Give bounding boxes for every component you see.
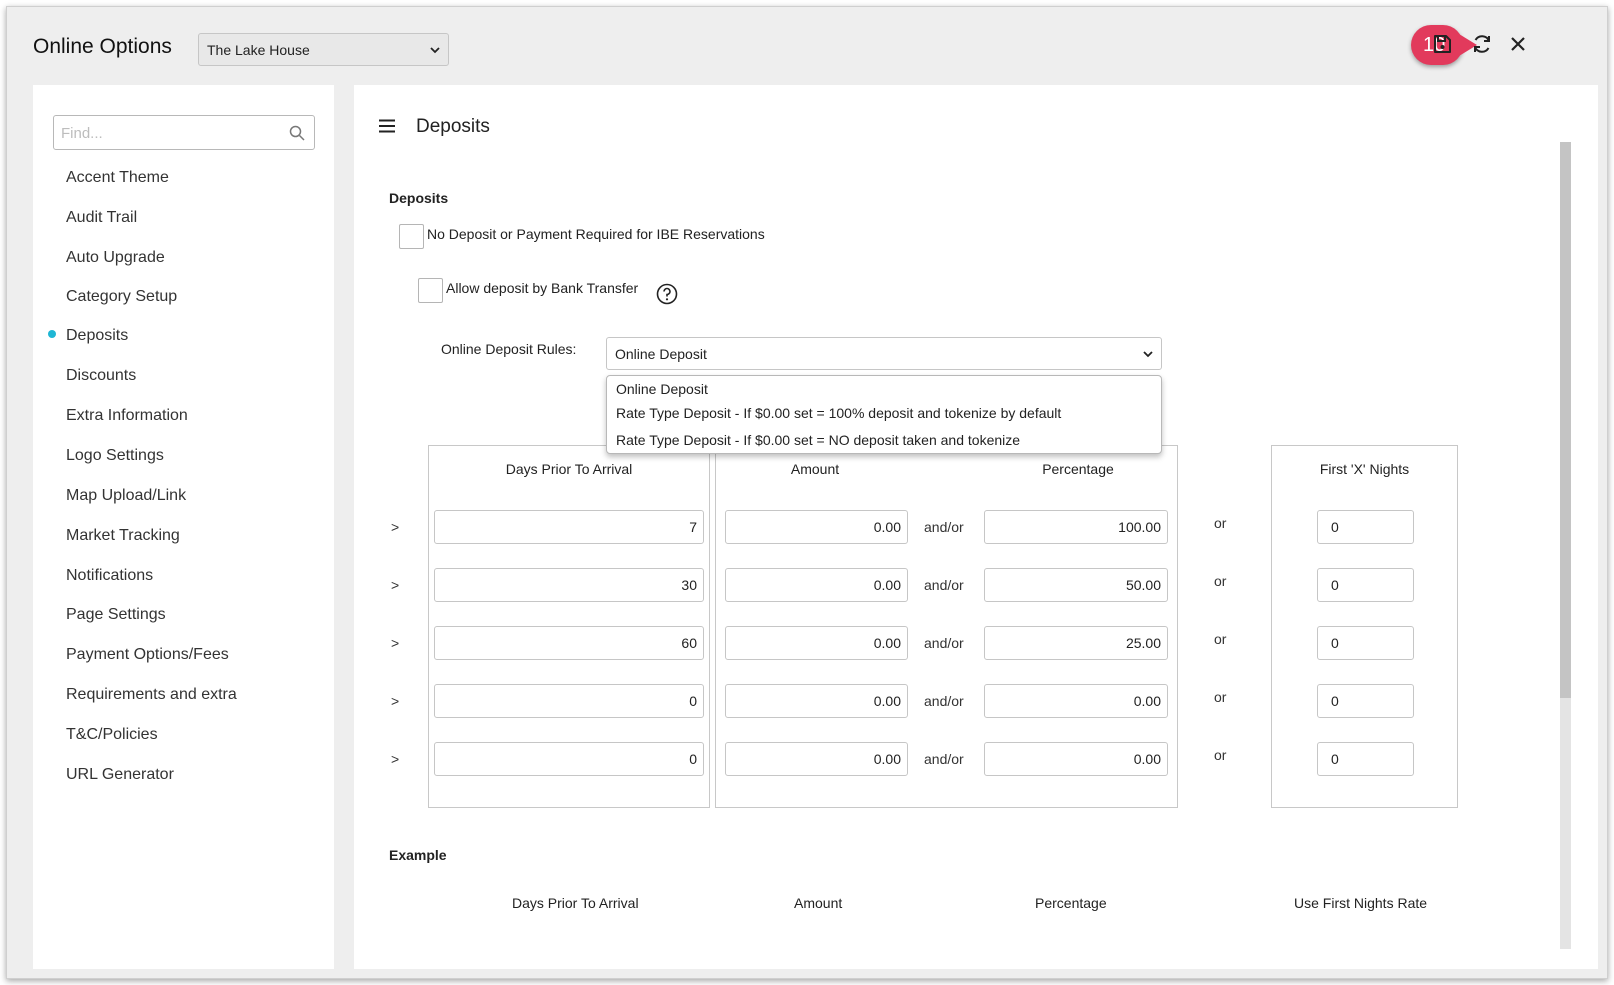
no-deposit-label: No Deposit or Payment Required for IBE R…: [427, 226, 765, 242]
days-input[interactable]: 7: [434, 510, 704, 544]
sidebar-item-tc-policies[interactable]: T&C/Policies: [66, 724, 158, 746]
nights-input[interactable]: 0: [1317, 742, 1414, 776]
close-icon[interactable]: [1506, 32, 1530, 56]
percentage-input[interactable]: 0.00: [984, 742, 1168, 776]
percentage-input[interactable]: 25.00: [984, 626, 1168, 660]
rules-select-value: Online Deposit: [615, 345, 707, 362]
sidebar-item-category-setup[interactable]: Category Setup: [66, 286, 177, 308]
rules-dropdown: Online Deposit Rate Type Deposit - If $0…: [606, 375, 1162, 454]
scrollbar[interactable]: [1560, 142, 1571, 949]
help-icon[interactable]: [656, 283, 678, 305]
nights-header: First 'X' Nights: [1319, 461, 1410, 477]
or-text: or: [1214, 689, 1227, 705]
sidebar-item-market-tracking[interactable]: Market Tracking: [66, 525, 180, 547]
amount-input[interactable]: 0.00: [725, 684, 908, 718]
chevron-down-icon: [1143, 350, 1153, 357]
amount-input[interactable]: 0.00: [725, 742, 908, 776]
bank-transfer-label: Allow deposit by Bank Transfer: [446, 280, 639, 296]
sidebar-item-notifications[interactable]: Notifications: [66, 565, 153, 587]
search-placeholder: Find...: [61, 125, 103, 142]
sidebar-item-requirements[interactable]: Requirements and extra: [66, 684, 237, 706]
sidebar-item-extra-information[interactable]: Extra Information: [66, 405, 188, 427]
and-or-text: and/or: [924, 519, 964, 535]
or-text: or: [1214, 573, 1227, 589]
rules-option[interactable]: Online Deposit: [616, 381, 708, 397]
sidebar-item-discounts[interactable]: Discounts: [66, 365, 136, 387]
property-select-value: The Lake House: [207, 41, 310, 58]
nights-input[interactable]: 0: [1317, 510, 1414, 544]
app-title: Online Options: [33, 35, 172, 58]
options-sidebar: Find... Accent Theme Audit Trail Auto Up…: [33, 85, 334, 969]
example-title: Example: [389, 847, 447, 863]
scrollbar-thumb[interactable]: [1560, 142, 1571, 698]
days-input[interactable]: 0: [434, 742, 704, 776]
and-or-text: and/or: [924, 635, 964, 651]
row-prefix: >: [391, 635, 400, 651]
sidebar-item-page-settings[interactable]: Page Settings: [66, 604, 166, 626]
row-prefix: >: [391, 693, 400, 709]
page-title: Deposits: [416, 116, 490, 137]
days-input[interactable]: 60: [434, 626, 704, 660]
save-icon[interactable]: [1430, 32, 1454, 56]
example-days-header: Days Prior To Arrival: [512, 895, 639, 911]
example-percentage-header: Percentage: [1035, 895, 1107, 911]
search-input[interactable]: Find...: [53, 115, 315, 150]
percentage-input[interactable]: 50.00: [984, 568, 1168, 602]
rules-option[interactable]: Rate Type Deposit - If $0.00 set = 100% …: [616, 405, 1061, 421]
sidebar-item-audit-trail[interactable]: Audit Trail: [66, 207, 137, 229]
app-window: Online Options The Lake House 10 Find...…: [6, 6, 1608, 979]
sidebar-item-payment-options[interactable]: Payment Options/Fees: [66, 644, 229, 666]
example-first-nights-header: Use First Nights Rate: [1294, 895, 1428, 911]
sidebar-item-url-generator[interactable]: URL Generator: [66, 764, 174, 786]
rules-label: Online Deposit Rules:: [441, 341, 577, 357]
nights-input[interactable]: 0: [1317, 626, 1414, 660]
section-title: Deposits: [389, 190, 449, 206]
days-header: Days Prior To Arrival: [505, 461, 633, 477]
amount-input[interactable]: 0.00: [725, 568, 908, 602]
percentage-input[interactable]: 0.00: [984, 684, 1168, 718]
menu-icon[interactable]: [379, 119, 395, 133]
or-text: or: [1214, 515, 1227, 531]
nights-input[interactable]: 0: [1317, 684, 1414, 718]
and-or-text: and/or: [924, 751, 964, 767]
percentage-header: Percentage: [1042, 461, 1114, 477]
rules-option[interactable]: Rate Type Deposit - If $0.00 set = NO de…: [616, 432, 1020, 448]
sidebar-item-auto-upgrade[interactable]: Auto Upgrade: [66, 247, 165, 269]
percentage-input[interactable]: 100.00: [984, 510, 1168, 544]
sidebar-item-deposits[interactable]: Deposits: [66, 325, 128, 347]
amount-input[interactable]: 0.00: [725, 510, 908, 544]
days-input[interactable]: 0: [434, 684, 704, 718]
sidebar-item-logo-settings[interactable]: Logo Settings: [66, 445, 164, 467]
rules-select[interactable]: Online Deposit: [606, 337, 1162, 370]
search-icon: [289, 125, 305, 141]
or-text: or: [1214, 631, 1227, 647]
chevron-down-icon: [430, 46, 440, 53]
example-amount-header: Amount: [794, 895, 843, 911]
property-select[interactable]: The Lake House: [198, 33, 449, 66]
bank-transfer-checkbox[interactable]: [418, 278, 443, 303]
deposits-panel: Deposits Deposits No Deposit or Payment …: [354, 85, 1598, 969]
or-text: or: [1214, 747, 1227, 763]
row-prefix: >: [391, 577, 400, 593]
and-or-text: and/or: [924, 577, 964, 593]
sidebar-item-accent-theme[interactable]: Accent Theme: [66, 167, 169, 189]
nights-input[interactable]: 0: [1317, 568, 1414, 602]
days-input[interactable]: 30: [434, 568, 704, 602]
no-deposit-checkbox[interactable]: [399, 224, 424, 249]
amount-header: Amount: [790, 461, 840, 477]
amount-input[interactable]: 0.00: [725, 626, 908, 660]
and-or-text: and/or: [924, 693, 964, 709]
refresh-icon[interactable]: [1470, 32, 1494, 56]
row-prefix: >: [391, 519, 400, 535]
sidebar-item-map-upload[interactable]: Map Upload/Link: [66, 485, 186, 507]
active-indicator: [48, 330, 56, 338]
row-prefix: >: [391, 751, 400, 767]
